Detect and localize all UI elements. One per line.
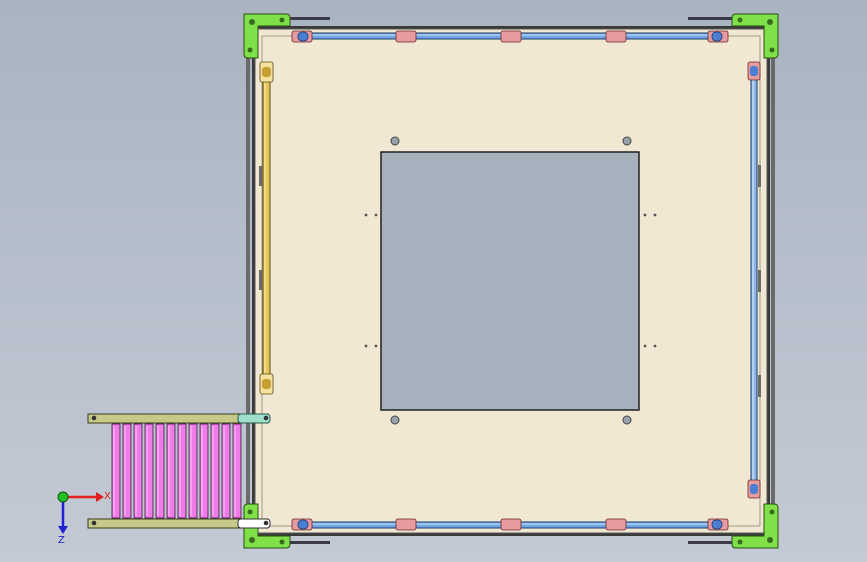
z-axis-label: Z <box>58 535 65 546</box>
hole-top-left <box>390 136 400 146</box>
hole-bottom-left <box>390 415 400 425</box>
central-opening[interactable] <box>380 151 640 411</box>
conveyor-rollers <box>111 423 242 519</box>
right-guide-rail[interactable] <box>750 63 758 497</box>
roller-conveyor[interactable] <box>87 413 271 529</box>
y-axis-dot <box>57 491 69 503</box>
hole-top-right <box>622 136 632 146</box>
x-axis-label: X <box>104 491 111 502</box>
left-guide-rail[interactable] <box>262 63 271 393</box>
cad-viewport[interactable]: X Z <box>0 0 867 562</box>
hole-bottom-right <box>622 415 632 425</box>
